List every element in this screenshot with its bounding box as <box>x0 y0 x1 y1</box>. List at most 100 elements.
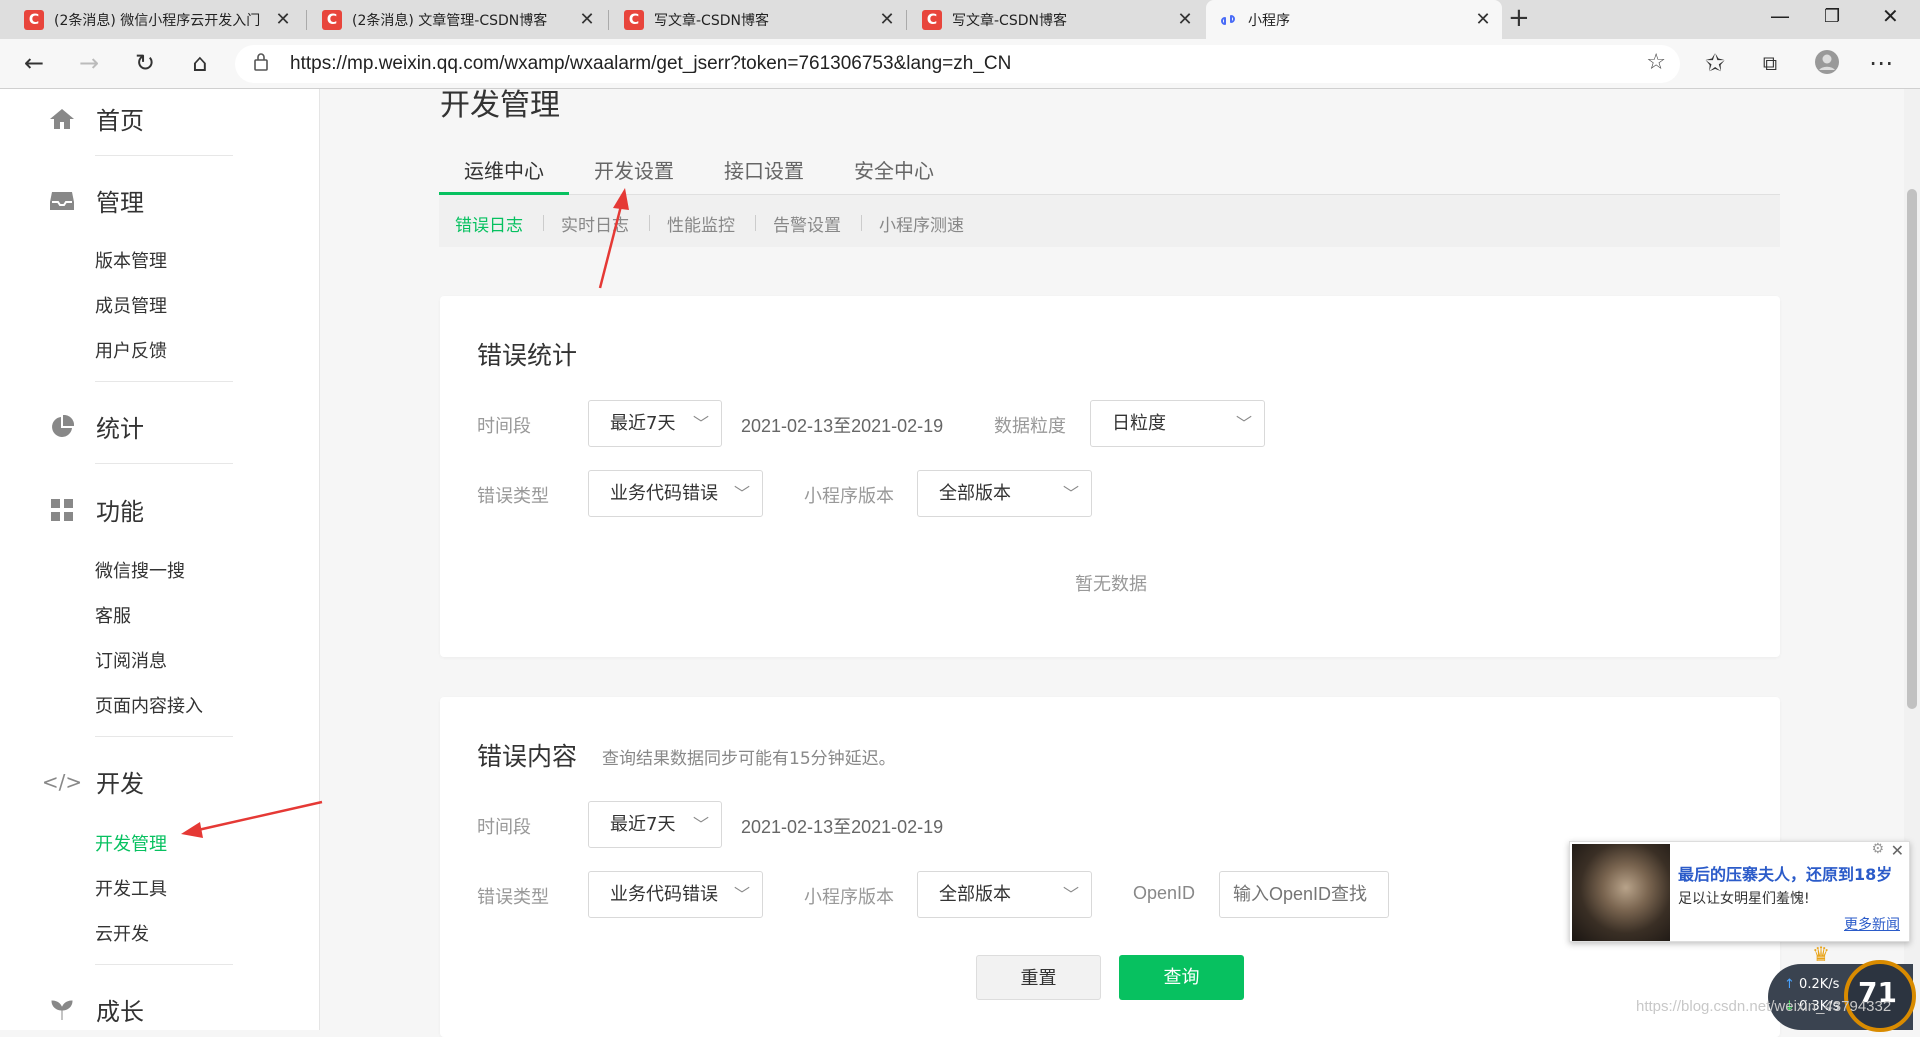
subtab-divider <box>861 215 862 231</box>
browser-tab-active[interactable]: 小程序 ✕ <box>1206 0 1502 39</box>
network-monitor[interactable]: ↑ 0.2K/s ↓ 0.3K/s 71 <box>1768 960 1916 1032</box>
error-type-select[interactable]: 业务代码错误 ﹀ <box>588 470 763 517</box>
period-select[interactable]: 最近7天 ﹀ <box>588 400 722 447</box>
close-tab-icon[interactable]: ✕ <box>576 9 598 30</box>
collections-icon[interactable]: ⧉ <box>1755 51 1785 75</box>
code-icon: </> <box>41 769 83 794</box>
arrow-up-icon: ↑ <box>1784 977 1795 992</box>
scrollbar-thumb[interactable] <box>1907 189 1917 709</box>
chevron-down-icon: ﹀ <box>733 885 750 904</box>
period-label: 时间段 <box>477 817 531 838</box>
subtab-speed-test[interactable]: 小程序测速 <box>879 211 964 236</box>
error-type-label: 错误类型 <box>477 486 549 507</box>
new-tab-button[interactable]: + <box>1508 3 1530 33</box>
version-select[interactable]: 全部版本 ﹀ <box>917 871 1092 918</box>
window-close-icon[interactable]: ✕ <box>1882 4 1899 28</box>
granularity-select[interactable]: 日粒度 ﹀ <box>1090 400 1265 447</box>
browser-tab[interactable]: C (2条消息) 微信小程序云开发入门 ✕ <box>12 0 302 39</box>
sidebar-item-dev-manage[interactable]: 开发管理 <box>95 830 167 856</box>
sidebar-group-features[interactable]: 功能 <box>48 492 144 527</box>
tab-security-center[interactable]: 安全中心 <box>854 155 934 184</box>
sidebar-divider <box>95 736 233 737</box>
news-photo[interactable] <box>1572 844 1670 941</box>
back-icon[interactable]: ← <box>19 49 49 77</box>
sidebar-group-growth[interactable]: 成长 <box>48 992 144 1027</box>
tab-title: (2条消息) 文章管理-CSDN博客 <box>352 12 548 29</box>
sidebar-item-wechat-search[interactable]: 微信搜一搜 <box>95 557 185 583</box>
csdn-icon: C <box>322 9 342 30</box>
tab-divider <box>906 10 907 30</box>
select-value: 日粒度 <box>1112 413 1166 434</box>
browser-tab[interactable]: C (2条消息) 文章管理-CSDN博客 ✕ <box>310 0 606 39</box>
version-label: 小程序版本 <box>804 887 894 908</box>
reset-button[interactable]: 重置 <box>976 955 1101 1000</box>
subtab-performance[interactable]: 性能监控 <box>667 211 735 236</box>
sidebar-divider <box>95 964 233 965</box>
subtab-error-log[interactable]: 错误日志 <box>455 211 523 236</box>
home-icon[interactable]: ⌂ <box>185 49 215 77</box>
annotation-arrow-left <box>181 800 323 838</box>
profile-avatar-icon[interactable] <box>1812 49 1842 81</box>
maximize-icon[interactable]: ❐ <box>1824 6 1840 27</box>
browser-tab[interactable]: C 写文章-CSDN博客 ✕ <box>910 0 1204 39</box>
forward-icon[interactable]: → <box>74 49 104 77</box>
sidebar-item-feedback[interactable]: 用户反馈 <box>95 337 167 363</box>
chevron-down-icon: ﹀ <box>1235 414 1252 433</box>
select-value: 全部版本 <box>939 884 1011 905</box>
sidebar-group-home[interactable]: 首页 <box>48 101 144 136</box>
card-title: 错误统计 <box>477 341 578 370</box>
news-popup[interactable]: 最后的压寨夫人，还原到18岁 足以让女明星们羞愧! 更多新闻 ⚙ ✕ <box>1569 841 1910 942</box>
close-tab-icon[interactable]: ✕ <box>1174 9 1196 30</box>
sidebar-item-cloud-dev[interactable]: 云开发 <box>95 920 149 946</box>
tab-title: 写文章-CSDN博客 <box>952 12 1067 29</box>
refresh-icon[interactable]: ↻ <box>130 49 160 77</box>
favorites-icon[interactable]: ✩ <box>1700 49 1730 77</box>
query-button[interactable]: 查询 <box>1119 955 1244 1000</box>
select-value: 最近7天 <box>610 814 676 835</box>
annotation-arrow-up <box>598 188 629 289</box>
period-select[interactable]: 最近7天 ﹀ <box>588 801 722 848</box>
empty-state: 暂无数据 <box>1075 574 1147 595</box>
tab-api-settings[interactable]: 接口设置 <box>724 155 804 184</box>
tab-ops-center[interactable]: 运维中心 <box>464 155 544 184</box>
minimize-icon[interactable]: — <box>1770 4 1790 28</box>
inbox-icon <box>48 187 76 215</box>
openid-input[interactable] <box>1219 871 1389 918</box>
tab-title: 小程序 <box>1248 12 1290 29</box>
browser-tab[interactable]: C 写文章-CSDN博客 ✕ <box>612 0 906 39</box>
sidebar-item-members[interactable]: 成员管理 <box>95 292 167 318</box>
close-tab-icon[interactable]: ✕ <box>1472 9 1494 30</box>
sidebar-group-stats[interactable]: 统计 <box>48 409 144 444</box>
more-news-link[interactable]: 更多新闻 <box>1844 914 1900 934</box>
sidebar-group-label: 成长 <box>96 998 144 1026</box>
sidebar-item-page-content[interactable]: 页面内容接入 <box>95 692 203 718</box>
close-tab-icon[interactable]: ✕ <box>876 9 898 30</box>
sidebar-item-customer-service[interactable]: 客服 <box>95 602 131 628</box>
granularity-label: 数据粒度 <box>994 416 1066 437</box>
more-menu-icon[interactable]: ⋯ <box>1866 49 1896 77</box>
error-type-select[interactable]: 业务代码错误 ﹀ <box>588 871 763 918</box>
favorite-star-icon[interactable]: ☆ <box>1646 50 1666 75</box>
news-headline[interactable]: 最后的压寨夫人，还原到18岁 <box>1678 861 1892 885</box>
sidebar-item-dev-tools[interactable]: 开发工具 <box>95 875 167 901</box>
sidebar-item-subscribe-message[interactable]: 订阅消息 <box>95 647 167 673</box>
sidebar-item-version[interactable]: 版本管理 <box>95 247 167 273</box>
sidebar-group-manage[interactable]: 管理 <box>48 183 144 218</box>
select-value: 业务代码错误 <box>610 483 718 504</box>
tab-divider <box>306 10 307 30</box>
sidebar-group-label: 开发 <box>96 770 144 798</box>
gear-icon[interactable]: ⚙ <box>1871 841 1884 857</box>
miniprogram-icon <box>1218 10 1238 30</box>
close-tab-icon[interactable]: ✕ <box>272 9 294 30</box>
sidebar-group-dev[interactable]: </> 开发 <box>41 764 144 799</box>
sidebar: 首页 管理 版本管理 成员管理 用户反馈 统计 功能 微信搜一搜 客服 订阅消息… <box>0 89 320 1030</box>
address-bar[interactable]: https://mp.weixin.qq.com/wxamp/wxaalarm/… <box>235 45 1680 83</box>
select-value: 最近7天 <box>610 413 676 434</box>
subtab-alert-settings[interactable]: 告警设置 <box>773 211 841 236</box>
sub-tab-bar: 错误日志 实时日志 性能监控 告警设置 小程序测速 <box>439 195 1780 247</box>
grid-icon <box>48 496 76 524</box>
close-icon[interactable]: ✕ <box>1891 841 1904 860</box>
tab-title: 写文章-CSDN博客 <box>654 12 769 29</box>
version-select[interactable]: 全部版本 ﹀ <box>917 470 1092 517</box>
error-stats-card: 错误统计 时间段 最近7天 ﹀ 2021-02-13至2021-02-19 数据… <box>440 296 1780 657</box>
